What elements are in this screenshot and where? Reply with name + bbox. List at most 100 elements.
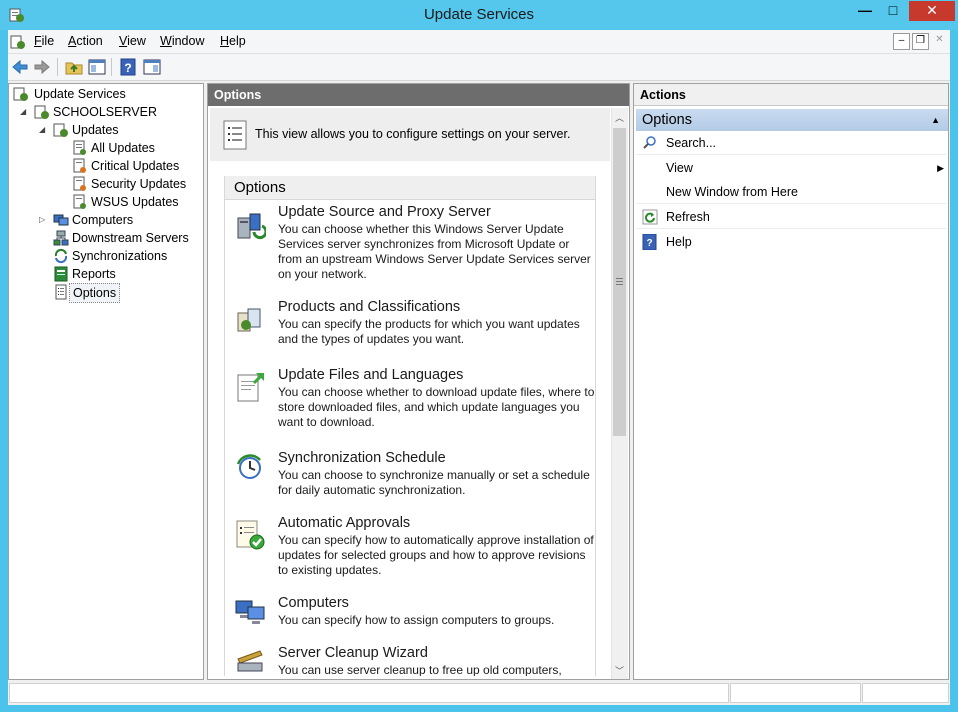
forward-arrow-icon[interactable] bbox=[32, 57, 52, 77]
action-new-window-from-here[interactable]: New Window from Here bbox=[636, 180, 946, 204]
menu-view[interactable]: View bbox=[119, 34, 146, 48]
action-refresh[interactable]: Refresh bbox=[636, 205, 946, 229]
reports-icon bbox=[54, 266, 68, 282]
close-button[interactable]: ✕ bbox=[909, 1, 955, 21]
menu-action[interactable]: Action bbox=[68, 34, 103, 48]
console-tree: Update Services ◢ SCHOOLSERVER ◢ Updates… bbox=[8, 83, 204, 680]
tree-item-critical-updates[interactable]: Critical Updates bbox=[13, 157, 203, 175]
updates-icon bbox=[53, 123, 68, 137]
option-automatic-approvals[interactable]: Automatic Approvals You can specify how … bbox=[225, 515, 595, 590]
results-pane: Options This view allows you to configur… bbox=[207, 83, 630, 680]
status-bar bbox=[8, 682, 950, 704]
mdi-restore-button[interactable]: ❐ bbox=[912, 33, 929, 50]
refresh-icon bbox=[642, 209, 658, 225]
menu-window[interactable]: Window bbox=[160, 34, 204, 48]
actions-pane: Actions Options ▲ Search... View ▶ New W… bbox=[633, 83, 949, 680]
option-computers[interactable]: Computers You can specify how to assign … bbox=[225, 595, 595, 640]
action-label: Search... bbox=[666, 136, 717, 150]
scroll-up-arrow-icon[interactable]: ︿ bbox=[615, 111, 624, 124]
menu-help[interactable]: Help bbox=[220, 34, 246, 48]
automatic-approvals-icon bbox=[236, 520, 265, 550]
submenu-arrow-icon: ▶ bbox=[937, 163, 944, 173]
mdi-minimize-icon: – bbox=[898, 35, 905, 46]
option-update-files-languages[interactable]: Update Files and Languages You can choos… bbox=[225, 367, 595, 442]
mdi-minimize-button[interactable]: – bbox=[893, 33, 910, 50]
mdi-restore-icon: ❐ bbox=[916, 35, 925, 46]
minimize-icon: — bbox=[858, 2, 872, 18]
action-help[interactable]: ? Help bbox=[636, 230, 946, 254]
menu-help-accel: H bbox=[220, 34, 230, 48]
action-label: Refresh bbox=[666, 210, 710, 224]
collapse-up-icon[interactable]: ▲ bbox=[931, 109, 940, 131]
option-description: You can choose whether to download updat… bbox=[278, 385, 595, 429]
menu-view-accel: V bbox=[119, 34, 128, 48]
synchronizations-icon bbox=[54, 248, 68, 264]
svg-text:?: ? bbox=[646, 238, 652, 249]
help-icon[interactable]: ? bbox=[118, 57, 138, 77]
tree-item-updates[interactable]: ◢ Updates bbox=[13, 121, 203, 139]
mdi-close-button[interactable]: ✕ bbox=[931, 33, 948, 50]
actions-group-options[interactable]: Options ▲ bbox=[636, 109, 948, 131]
tree-item-wsus-updates[interactable]: WSUS Updates bbox=[13, 193, 203, 211]
options-list-icon bbox=[223, 120, 247, 150]
tree-label: All Updates bbox=[91, 141, 155, 155]
tree-item-schoolserver[interactable]: ◢ SCHOOLSERVER bbox=[13, 103, 203, 121]
menu-file-rest: ile bbox=[41, 34, 55, 48]
back-arrow-icon[interactable] bbox=[10, 57, 30, 77]
option-update-source-proxy[interactable]: Update Source and Proxy Server You can c… bbox=[225, 204, 595, 294]
title-bar: Update Services — □ ✕ bbox=[0, 0, 958, 30]
actions-group-label: Options bbox=[642, 112, 692, 128]
tree-item-synchronizations[interactable]: Synchronizations bbox=[13, 247, 203, 265]
info-banner: This view allows you to configure settin… bbox=[210, 108, 610, 161]
action-search[interactable]: Search... bbox=[636, 131, 946, 155]
collapsed-chevron-icon[interactable]: ▷ bbox=[39, 216, 47, 224]
update-files-icon bbox=[237, 372, 265, 402]
tree-label: Update Services bbox=[34, 87, 126, 101]
option-products-classifications[interactable]: Products and Classifications You can spe… bbox=[225, 299, 595, 359]
window-title: Update Services bbox=[423, 6, 535, 23]
status-cell-main bbox=[9, 683, 729, 703]
options-icon bbox=[55, 284, 67, 300]
server-proxy-icon bbox=[237, 213, 266, 240]
security-update-icon bbox=[73, 176, 86, 191]
tree-item-downstream-servers[interactable]: Downstream Servers bbox=[13, 229, 203, 247]
tree-item-security-updates[interactable]: Security Updates bbox=[13, 175, 203, 193]
action-view[interactable]: View ▶ bbox=[636, 156, 946, 180]
menu-action-rest: ction bbox=[76, 34, 103, 48]
menu-bar: File Action View Window Help – ❐ ✕ bbox=[8, 30, 950, 54]
menu-window-rest: indow bbox=[171, 34, 205, 48]
toolbar-separator bbox=[111, 58, 112, 76]
expanded-chevron-icon[interactable]: ◢ bbox=[20, 108, 28, 116]
tree-item-all-updates[interactable]: All Updates bbox=[13, 139, 203, 157]
scroll-down-arrow-icon[interactable]: ﹀ bbox=[615, 664, 624, 677]
maximize-button[interactable]: □ bbox=[879, 1, 907, 21]
menu-file[interactable]: File bbox=[34, 34, 54, 48]
tree-item-computers[interactable]: ▷ Computers bbox=[13, 211, 203, 229]
cleanup-wizard-icon bbox=[237, 650, 263, 672]
status-cell-secondary bbox=[730, 683, 861, 703]
help-icon: ? bbox=[642, 234, 657, 250]
downstream-servers-icon bbox=[53, 230, 69, 246]
tree-label: Updates bbox=[72, 123, 119, 137]
toolbar: ? bbox=[8, 54, 950, 81]
close-icon: ✕ bbox=[926, 2, 938, 18]
search-icon bbox=[643, 136, 656, 149]
tree-label: Computers bbox=[72, 213, 134, 227]
option-server-cleanup-wizard[interactable]: Server Cleanup Wizard You can use server… bbox=[225, 645, 595, 676]
up-folder-icon[interactable] bbox=[64, 57, 84, 77]
minimize-button[interactable]: — bbox=[852, 1, 878, 21]
tree-item-reports[interactable]: Reports bbox=[13, 265, 203, 283]
action-label: New Window from Here bbox=[666, 185, 798, 199]
option-title: Server Cleanup Wizard bbox=[278, 645, 428, 661]
tree-item-options[interactable]: Options bbox=[13, 283, 203, 303]
mmc-document-icon[interactable] bbox=[10, 34, 26, 50]
computers-icon bbox=[235, 600, 265, 624]
show-hide-console-tree-icon[interactable] bbox=[87, 57, 107, 77]
scrollbar-thumb[interactable] bbox=[613, 128, 626, 436]
option-title: Products and Classifications bbox=[278, 299, 461, 315]
option-synchronization-schedule[interactable]: Synchronization Schedule You can choose … bbox=[225, 450, 595, 508]
show-hide-action-pane-icon[interactable] bbox=[142, 57, 162, 77]
option-description: You can specify how to automatically app… bbox=[278, 533, 594, 577]
expanded-chevron-icon[interactable]: ◢ bbox=[39, 126, 47, 134]
menu-view-rest: iew bbox=[127, 34, 146, 48]
